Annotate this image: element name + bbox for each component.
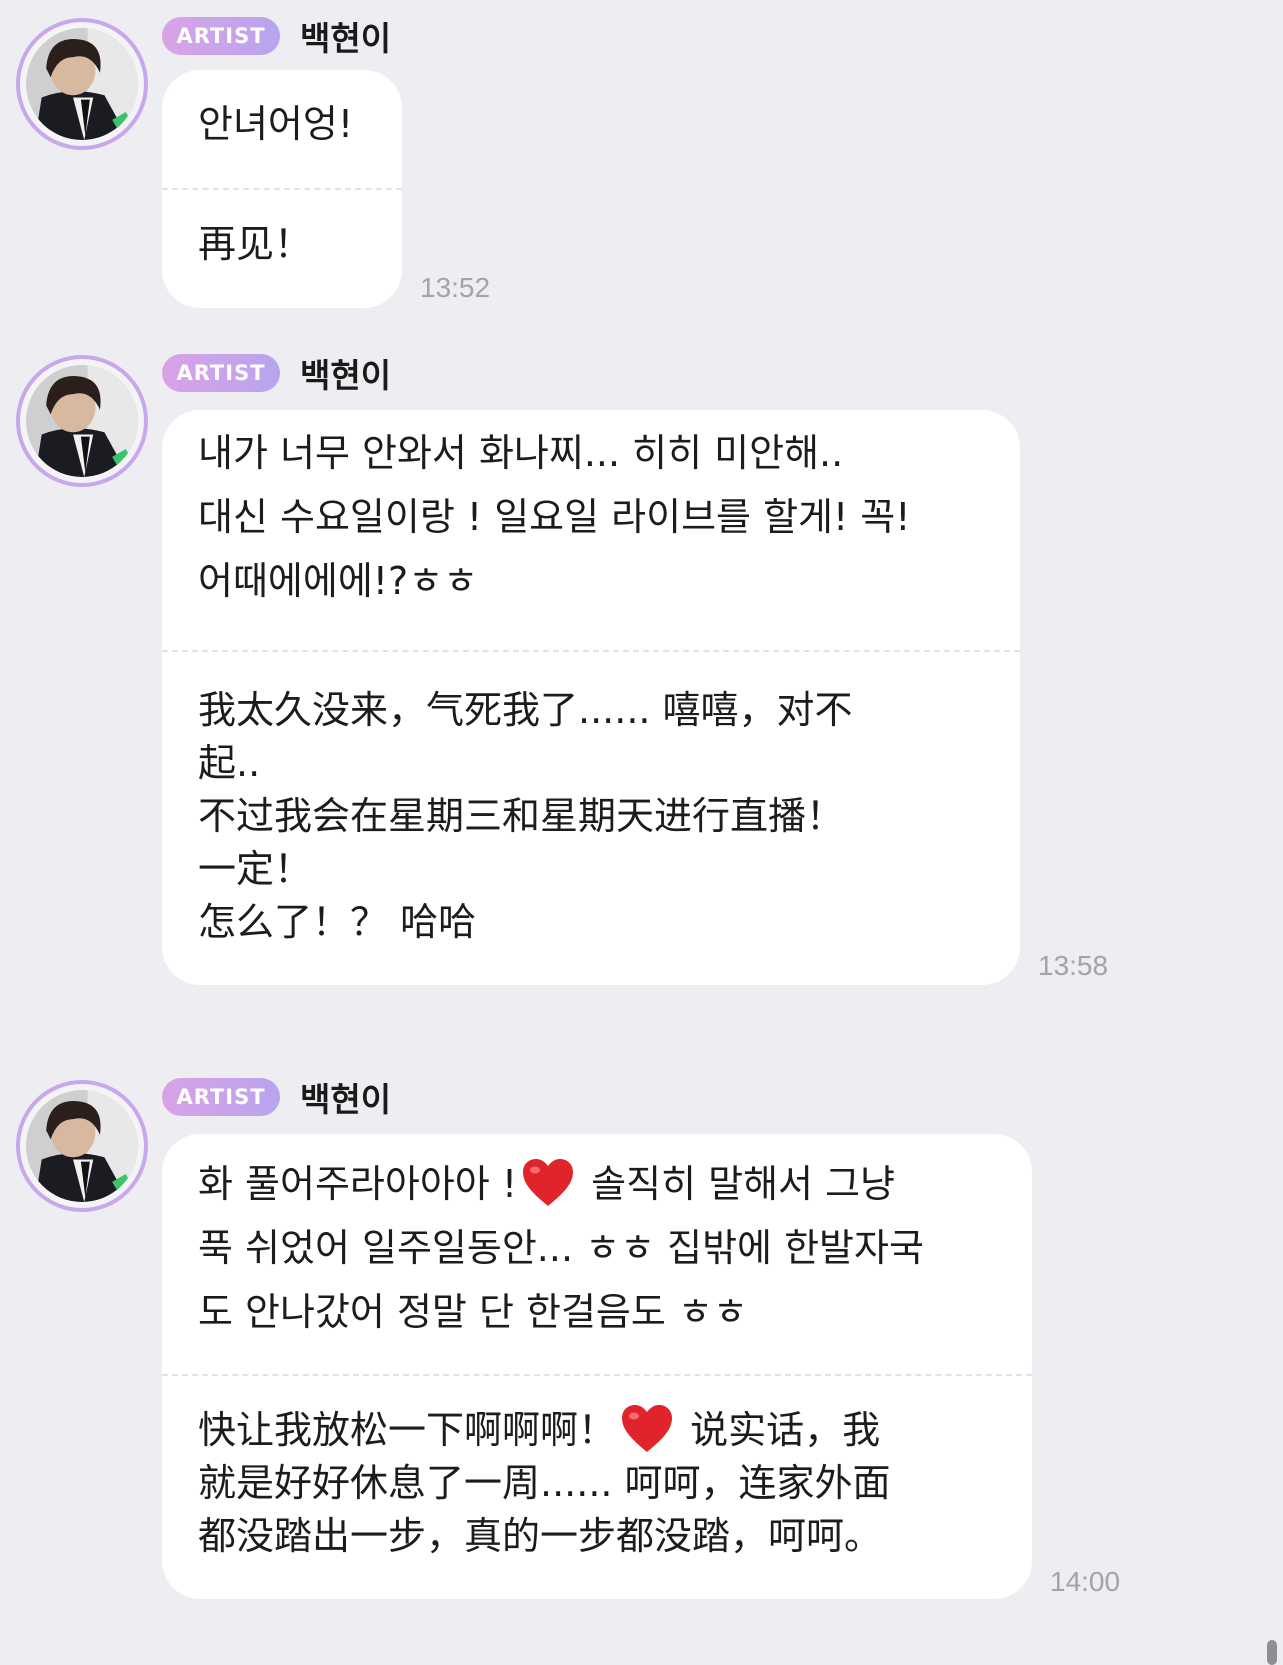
message-line: 怎么了！？ 哈哈 [198,900,477,944]
avatar[interactable] [16,1080,148,1212]
message-line: 대신 수요일이랑 ! 일요일 라이브를 할게! 꼭! [198,495,911,539]
avatar[interactable] [16,355,148,487]
message-line: 안녀어엉! [198,102,354,146]
message-text: 화 풀어주라아아아 ! [198,1162,518,1206]
profile-photo-icon [26,365,138,477]
artist-badge: ARTIST [162,17,280,55]
sender-name[interactable]: 백현이 [300,349,391,397]
message-line: 起.. [198,741,261,785]
korean-text: 내가 너무 안와서 화나찌... 히히 미안해.. 대신 수요일이랑 ! 일요일… [162,410,1020,650]
korean-text: 화 풀어주라아아아 ! 솔직히 말해서 그냥 푹 쉬었어 일주일동안... ㅎㅎ… [162,1134,1032,1374]
message-line: 내가 너무 안와서 화나찌... 히히 미안해.. [198,431,844,475]
translation-text: 再见！ [162,190,402,271]
sender-name[interactable]: 백현이 [300,1073,391,1121]
message-bubble[interactable]: 화 풀어주라아아아 ! 솔직히 말해서 그냥 푹 쉬었어 일주일동안... ㅎㅎ… [162,1134,1032,1599]
message-line: 就是好好休息了一周...... 呵呵，连家外面 [198,1461,891,1505]
timestamp: 14:00 [1050,1566,1121,1597]
message-bubble[interactable]: 내가 너무 안와서 화나찌... 히히 미안해.. 대신 수요일이랑 ! 일요일… [162,410,1020,985]
message-line: 快让我放松一下啊啊啊！ 说实话，我 [198,1404,996,1457]
sender-name[interactable]: 백현이 [300,12,391,60]
message-text: 솔직히 말해서 그냥 [579,1162,895,1206]
message-line: 我太久没来，气死我了...... 嘻嘻，对不 [198,688,853,732]
timestamp: 13:52 [420,272,491,303]
message-line: 都没踏出一步，真的一步都没踏，呵呵。 [198,1514,883,1558]
message-line: 再见！ [198,222,313,266]
message-text: 说实话，我 [678,1408,881,1452]
message-header: ARTIST 백현이 [162,16,391,58]
artist-badge: ARTIST [162,1078,280,1116]
heart-icon [521,1158,575,1208]
korean-text: 안녀어엉! [162,70,402,188]
message-line: 一定！ [198,847,313,891]
profile-photo-icon [26,1090,138,1202]
message-line: 도 안나갔어 정말 단 한걸음도 ㅎㅎ [198,1290,748,1334]
message-header: ARTIST 백현이 [162,353,391,395]
profile-photo-icon [26,28,138,140]
heart-icon [620,1404,674,1454]
message-bubble[interactable]: 안녀어엉! 再见！ [162,70,402,308]
message-line: 어때에에에!?ㅎㅎ [198,559,479,603]
artist-badge: ARTIST [162,354,280,392]
message-line: 화 풀어주라아아아 ! 솔직히 말해서 그냥 [198,1152,996,1216]
avatar[interactable] [16,18,148,150]
message-text: 快让我放松一下啊啊啊！ [198,1408,617,1452]
translation-text: 快让我放松一下啊啊啊！ 说实话，我 就是好好休息了一周...... 呵呵，连家外… [162,1376,1032,1563]
message-line: 푹 쉬었어 일주일동안... ㅎㅎ 집밖에 한발자국 [198,1226,924,1270]
translation-text: 我太久没来，气死我了...... 嘻嘻，对不 起.. 不过我会在星期三和星期天进… [162,652,1020,949]
message-line: 不过我会在星期三和星期天进行直播！ [198,794,845,838]
message-header: ARTIST 백현이 [162,1077,391,1119]
scrollbar-thumb[interactable] [1267,1640,1277,1665]
timestamp: 13:58 [1038,950,1109,981]
